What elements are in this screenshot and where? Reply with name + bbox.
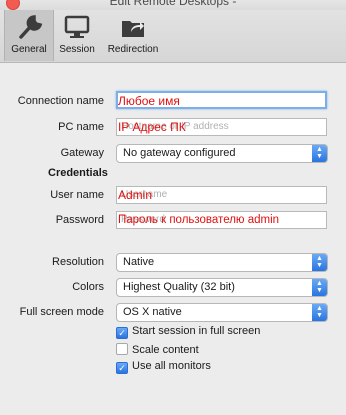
- chevron-updown-icon: ▲ ▼: [312, 304, 327, 321]
- resolution-value: Native: [123, 256, 155, 268]
- checkmark-icon[interactable]: ✓: [116, 327, 128, 339]
- chevron-updown-icon: ▲ ▼: [312, 254, 327, 271]
- chevron-updown-icon: ▲ ▼: [312, 279, 327, 296]
- monitor-icon: [64, 15, 90, 38]
- tab-session[interactable]: Session: [56, 10, 98, 61]
- tab-redirection[interactable]: Redirection: [104, 10, 162, 61]
- user-name-placeholder: Username: [121, 189, 168, 200]
- resolution-label: Resolution: [52, 256, 104, 268]
- full-screen-mode-select[interactable]: OS X native ▲ ▼: [116, 303, 328, 322]
- scale-content-checkbox[interactable]: Scale content: [116, 343, 199, 356]
- pc-name-placeholder: Hostname or IP address: [121, 121, 229, 132]
- user-name-label: User name: [50, 189, 104, 201]
- tab-session-label: Session: [59, 44, 95, 55]
- folder-share-icon: [122, 21, 144, 37]
- checkmark-icon[interactable]: ✓: [116, 362, 128, 374]
- resolution-select[interactable]: Native ▲ ▼: [116, 253, 328, 272]
- password-field[interactable]: Password: [116, 211, 327, 229]
- connection-name-field[interactable]: [116, 91, 327, 109]
- start-full-screen-label: Start session in full screen: [132, 325, 261, 337]
- edit-remote-desktop-window: Edit Remote Desktops - General Session R…: [0, 0, 346, 415]
- wrench-icon: [19, 15, 43, 39]
- credentials-heading: Credentials: [48, 167, 108, 179]
- connection-name-label: Connection name: [17, 95, 104, 107]
- window-title: Edit Remote Desktops -: [109, 0, 237, 8]
- checkbox-empty-icon[interactable]: [116, 343, 128, 355]
- tab-general-label: General: [11, 44, 47, 55]
- pc-name-field[interactable]: Hostname or IP address: [116, 118, 327, 136]
- password-label: Password: [55, 214, 104, 226]
- scale-content-label: Scale content: [132, 344, 199, 356]
- gateway-value: No gateway configured: [123, 147, 236, 159]
- full-screen-mode-value: OS X native: [123, 306, 182, 318]
- full-screen-mode-label: Full screen mode: [19, 306, 104, 318]
- colors-label: Colors: [72, 281, 104, 293]
- tab-redirection-label: Redirection: [107, 44, 159, 55]
- start-full-screen-checkbox[interactable]: ✓ Start session in full screen: [116, 325, 260, 339]
- toolbar: General Session Redirection: [0, 10, 346, 63]
- tab-general[interactable]: General: [4, 10, 54, 61]
- colors-select[interactable]: Highest Quality (32 bit) ▲ ▼: [116, 278, 328, 297]
- title-bar: Edit Remote Desktops -: [0, 0, 346, 10]
- chevron-updown-icon: ▲ ▼: [312, 145, 327, 162]
- colors-value: Highest Quality (32 bit): [123, 281, 235, 293]
- use-all-monitors-label: Use all monitors: [132, 360, 211, 372]
- user-name-field[interactable]: Username: [116, 186, 327, 204]
- general-pane: Connection name Любое имя PC name Hostna…: [0, 63, 346, 415]
- password-placeholder: Password: [121, 214, 165, 225]
- gateway-label: Gateway: [60, 147, 104, 159]
- use-all-monitors-checkbox[interactable]: ✓ Use all monitors: [116, 360, 211, 374]
- pc-name-label: PC name: [58, 121, 104, 133]
- gateway-select[interactable]: No gateway configured ▲ ▼: [116, 144, 328, 163]
